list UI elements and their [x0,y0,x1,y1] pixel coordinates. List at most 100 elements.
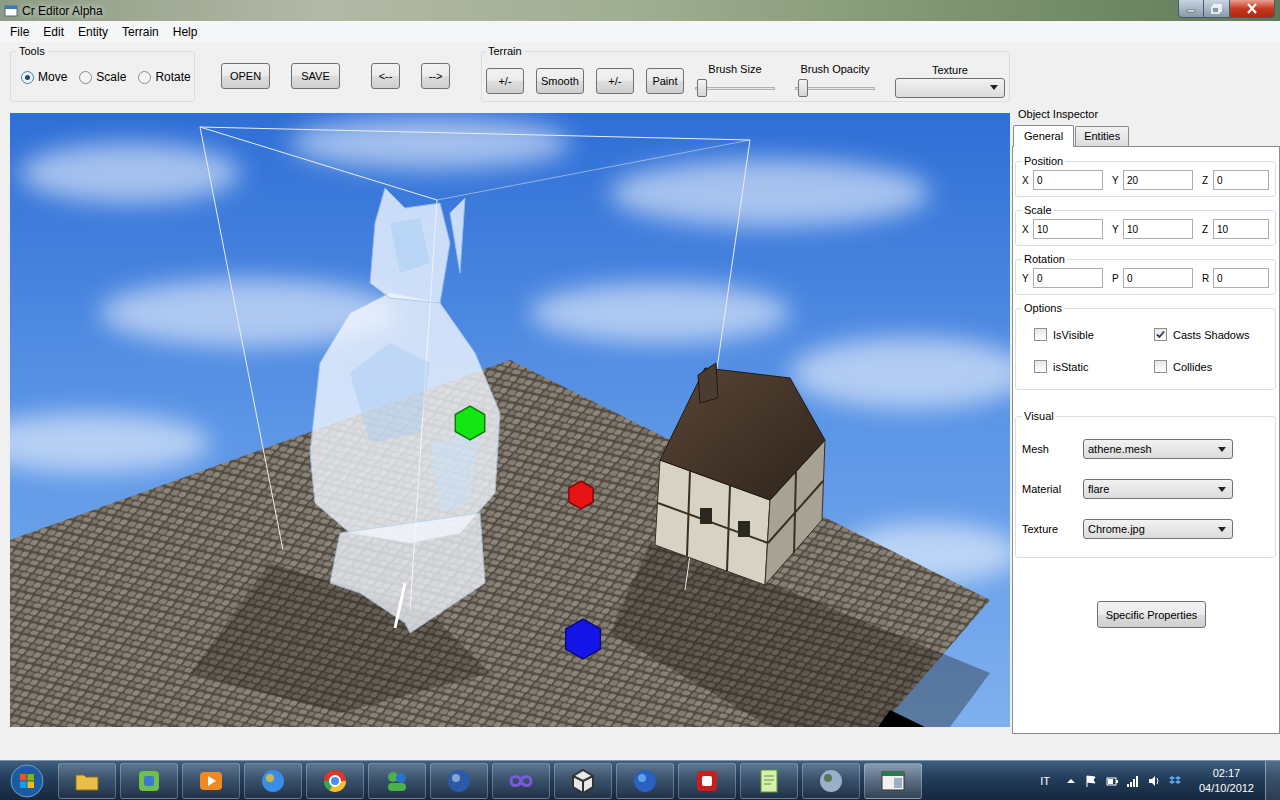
options-grid: IsVisible Casts Shadows isStatic Collide… [1022,314,1269,383]
slider-thumb[interactable] [798,79,808,97]
taskbar-button[interactable] [58,763,116,799]
vector-group-label: Position [1022,155,1065,167]
terrain-button[interactable]: +/- [596,68,634,94]
gizmo-handle[interactable] [455,406,484,440]
number-field[interactable]: 10 [1033,219,1103,239]
inspector-title: Object Inspector [1012,105,1280,122]
visual-dropdown[interactable]: Chrome.jpg [1083,519,1233,539]
visual-value: athene.mesh [1088,443,1152,455]
signal-bars-icon[interactable] [1126,774,1140,788]
system-tray: IT 02:17 04/10/2012 [1040,761,1280,800]
field-label: Y [1112,175,1120,186]
vector-item: Y 10 [1112,219,1193,239]
field-label: X [1022,224,1030,235]
terrain-button[interactable]: Smooth [536,68,584,94]
close-button[interactable] [1230,0,1275,18]
taskbar-button[interactable] [740,763,798,799]
visual-dropdown[interactable]: flare [1083,479,1233,499]
option-checkbox[interactable]: Casts Shadows [1154,328,1269,341]
taskbar-button[interactable] [430,763,488,799]
vector-item: Y 20 [1112,170,1193,190]
show-desktop-button[interactable] [1265,761,1280,800]
visual-dropdown[interactable]: athene.mesh [1083,439,1233,459]
menu-item[interactable]: Entity [71,25,115,39]
file-button[interactable]: <-- [371,63,400,89]
file-button[interactable]: SAVE [291,63,340,89]
inspector-tab[interactable]: Entities [1075,126,1129,146]
maximize-button[interactable] [1204,0,1230,18]
taskbar-button[interactable] [182,763,240,799]
taskbar-button[interactable] [120,763,178,799]
number-field[interactable]: 10 [1213,219,1269,239]
menu-item[interactable]: Help [166,25,205,39]
check-icon [1155,329,1166,340]
tool-radio[interactable]: Rotate [138,70,190,84]
menu-item[interactable]: Terrain [115,25,166,39]
house-shadow [610,543,990,727]
number-field[interactable]: 0 [1123,268,1193,288]
gizmo-handle[interactable] [566,619,601,659]
minimize-button[interactable] [1178,0,1204,18]
number-field[interactable]: 20 [1123,170,1193,190]
windows-logo-icon [10,764,44,798]
number-field[interactable]: 0 [1213,268,1269,288]
terrain-button[interactable]: +/- [486,68,524,94]
file-button[interactable]: OPEN [221,63,270,89]
clock[interactable]: 02:17 04/10/2012 [1195,766,1258,796]
vector-group: Rotation Y 0P 0R 0 [1015,253,1276,295]
number-field[interactable]: 0 [1033,268,1103,288]
taskbar-button[interactable] [306,763,364,799]
start-button[interactable] [0,764,54,798]
option-checkbox[interactable]: IsVisible [1034,328,1154,341]
specific-properties-button[interactable]: Specific Properties [1097,601,1207,628]
unity-icon [569,767,597,795]
media-player-icon [197,767,225,795]
slider-thumb[interactable] [697,79,707,97]
taskbar-button[interactable] [244,763,302,799]
tool-radio-label: Scale [96,70,126,84]
number-field[interactable]: 10 [1123,219,1193,239]
menu-item[interactable]: Edit [36,25,71,39]
statue-model[interactable] [310,188,500,633]
vector-group-label: Scale [1022,204,1054,216]
taskbar-button[interactable] [554,763,612,799]
field-label: P [1112,273,1120,284]
menu-item[interactable]: File [3,25,36,39]
option-checkbox[interactable]: isStatic [1034,360,1154,373]
number-field[interactable]: 0 [1213,170,1269,190]
power-icon[interactable] [1105,774,1119,788]
show-hidden-icons-icon[interactable] [1065,775,1077,787]
inspector-tab[interactable]: General [1013,125,1074,147]
file-button[interactable]: --> [421,63,450,89]
speaker-icon[interactable] [1147,774,1161,788]
field-label: R [1202,273,1210,284]
slider[interactable] [795,78,875,98]
gizmo-handle[interactable] [569,481,593,509]
option-checkbox[interactable]: Collides [1154,360,1269,373]
taskbar-button[interactable] [616,763,674,799]
taskbar-button[interactable] [492,763,550,799]
language-indicator[interactable]: IT [1040,775,1050,787]
terrain-button[interactable]: Paint [646,68,684,94]
texture-label: Texture [932,64,968,76]
taskbar-button[interactable] [678,763,736,799]
visual-label: Visual [1022,410,1056,422]
visual-value: Chrome.jpg [1088,523,1145,535]
house-model[interactable] [655,363,825,585]
visual-row: Material flare [1022,479,1269,499]
slider[interactable] [695,78,775,98]
action-center-flag-icon[interactable] [1084,774,1098,788]
vector-group: Scale X 10Y 10Z 10 [1015,204,1276,246]
taskbar-button[interactable] [802,763,860,799]
number-field[interactable]: 0 [1033,170,1103,190]
viewport[interactable] [10,113,1010,727]
tool-radio[interactable]: Scale [79,70,126,84]
tool-radio[interactable]: Move [21,70,67,84]
pinned-apps [58,763,922,799]
dropbox-icon[interactable] [1168,774,1182,788]
field-label: Z [1202,175,1210,186]
object-inspector: Object Inspector GeneralEntities Positio… [1010,105,1280,760]
texture-dropdown[interactable] [895,78,1005,98]
taskbar-button[interactable] [368,763,426,799]
taskbar-button[interactable] [864,763,922,799]
